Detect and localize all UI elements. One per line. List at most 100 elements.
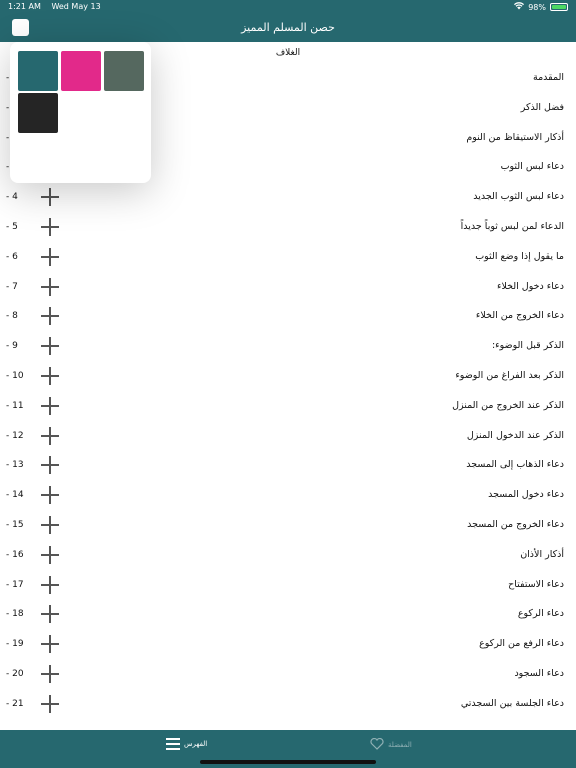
home-indicator (200, 760, 376, 764)
item-number: - 21 (6, 698, 24, 709)
item-title: دعاء الجلسة بين السجدتي (460, 697, 564, 709)
item-number: - 17 (6, 579, 24, 590)
list-item[interactable]: - 7 دعاء دخول الخلاء (0, 273, 576, 303)
status-time: 1:21 AM (8, 2, 41, 11)
list-item[interactable]: - 18 دعاء الركوع (0, 600, 576, 630)
heart-icon (370, 737, 384, 752)
expand-plus-icon[interactable] (41, 545, 59, 564)
tab-favorites[interactable]: المفضلة (370, 737, 412, 752)
item-title: الذكر قبل الوضوء: (491, 340, 564, 352)
item-title: الذكر بعد الفراغ من الوضوء (455, 369, 564, 381)
expand-plus-icon[interactable] (41, 694, 59, 713)
expand-plus-icon[interactable] (41, 664, 59, 683)
item-title: دعاء الخروج من الخلاء (475, 310, 564, 322)
item-title: دعاء الاستفتاح (508, 578, 564, 590)
color-swatch[interactable] (61, 51, 101, 91)
list-item[interactable]: - 17 دعاء الاستفتاح (0, 571, 576, 601)
item-number: - (6, 102, 10, 113)
item-title: فضل الذكر (520, 101, 564, 113)
expand-plus-icon[interactable] (41, 217, 59, 236)
item-number: - 8 (6, 311, 18, 322)
menu-icon (166, 738, 180, 750)
page-title: حصن المسلم المميز (241, 21, 335, 34)
expand-plus-icon[interactable] (41, 277, 59, 296)
item-title: أذكار الاستيقاظ من النوم (466, 131, 564, 143)
item-title: دعاء لبس الثوب الجديد (473, 191, 564, 203)
list-item[interactable]: - 14 دعاء دخول المسجد (0, 481, 576, 511)
item-number: - 6 (6, 251, 18, 262)
item-number: - 16 (6, 549, 24, 560)
battery-percent: 98% (528, 2, 546, 12)
color-swatch[interactable] (18, 51, 58, 91)
battery-icon (550, 3, 568, 11)
item-title: دعاء الذهاب إلى المسجد (466, 459, 564, 471)
item-title: الذكر عند الدخول المنزل (466, 429, 564, 441)
list-item[interactable]: - 12 الذكر عند الدخول المنزل (0, 422, 576, 452)
item-number: - 20 (6, 668, 24, 679)
item-number: - 9 (6, 341, 18, 352)
list-item[interactable]: - 11 الذكر عند الخروج من المنزل (0, 392, 576, 422)
item-number: - 10 (6, 370, 24, 381)
item-title: الذكر عند الخروج من المنزل (452, 399, 564, 411)
item-number: - 11 (6, 400, 24, 411)
item-title: دعاء دخول المسجد (488, 489, 564, 501)
item-title: دعاء السجود (514, 667, 564, 679)
tab-index-label: الفهرس (184, 740, 208, 748)
item-number: - 14 (6, 490, 24, 501)
item-title: دعاء دخول الخلاء (496, 280, 564, 292)
list-item[interactable]: - 8 دعاء الخروج من الخلاء (0, 302, 576, 332)
item-number: - 19 (6, 639, 24, 650)
item-number: - 18 (6, 609, 24, 620)
expand-plus-icon[interactable] (41, 366, 59, 385)
item-number: - (6, 73, 10, 83)
expand-plus-icon[interactable] (41, 188, 59, 207)
expand-plus-icon[interactable] (41, 515, 59, 534)
item-number: - 15 (6, 519, 24, 530)
tab-favorites-label: المفضلة (388, 741, 412, 749)
status-bar: 1:21 AM Wed May 13 98% (0, 0, 576, 14)
item-title: دعاء لبس الثوب (500, 161, 564, 173)
list-item[interactable]: - 4 دعاء لبس الثوب الجديد (0, 183, 576, 213)
expand-plus-icon[interactable] (41, 337, 59, 356)
nav-bar: حصن المسلم المميز (0, 14, 576, 42)
item-title: دعاء الرفع من الركوع (479, 638, 564, 650)
item-number: - 7 (6, 281, 18, 292)
item-title: ما يقول إذا وضع الثوب (475, 250, 564, 262)
item-number: - (6, 132, 10, 143)
expand-plus-icon[interactable] (41, 605, 59, 624)
list-item[interactable]: - 19 دعاء الرفع من الركوع (0, 630, 576, 660)
list-item[interactable]: - 5 الدعاء لمن لبس ثوباً جديداً (0, 213, 576, 243)
status-date: Wed May 13 (51, 2, 101, 11)
expand-plus-icon[interactable] (41, 575, 59, 594)
item-title: الدعاء لمن لبس ثوباً جديداً (460, 220, 564, 232)
color-swatch[interactable] (104, 51, 144, 91)
tab-index[interactable]: الفهرس (166, 738, 207, 750)
item-number: - 5 (6, 221, 18, 232)
expand-plus-icon[interactable] (41, 635, 59, 654)
expand-plus-icon[interactable] (41, 456, 59, 475)
item-title: دعاء الخروج من المسجد (467, 518, 564, 530)
expand-plus-icon[interactable] (41, 486, 59, 505)
list-item[interactable]: - 10 الذكر بعد الفراغ من الوضوء (0, 362, 576, 392)
list-item[interactable]: - 15 دعاء الخروج من المسجد (0, 511, 576, 541)
color-picker-popover (10, 42, 151, 183)
item-title: المقدمة (532, 72, 564, 83)
list-item[interactable]: - 9 الذكر قبل الوضوء: (0, 332, 576, 362)
list-item[interactable]: - 6 ما يقول إذا وضع الثوب (0, 243, 576, 273)
list-item[interactable]: - 13 دعاء الذهاب إلى المسجد (0, 451, 576, 481)
expand-plus-icon[interactable] (41, 426, 59, 445)
item-number: - 13 (6, 460, 24, 471)
item-number: - 12 (6, 430, 24, 441)
wifi-icon (514, 2, 525, 12)
color-swatch[interactable] (18, 93, 58, 133)
item-title: أذكار الأذان (520, 548, 564, 560)
list-item[interactable]: - 21 دعاء الجلسة بين السجدتي (0, 690, 576, 720)
expand-plus-icon[interactable] (41, 307, 59, 326)
list-item[interactable]: - 20 دعاء السجود (0, 660, 576, 690)
expand-plus-icon[interactable] (41, 396, 59, 415)
expand-plus-icon[interactable] (41, 247, 59, 266)
battery-fill (552, 5, 566, 9)
list-item[interactable]: - 16 أذكار الأذان (0, 541, 576, 571)
item-number: - 4 (6, 192, 18, 203)
item-number: - (6, 162, 10, 173)
